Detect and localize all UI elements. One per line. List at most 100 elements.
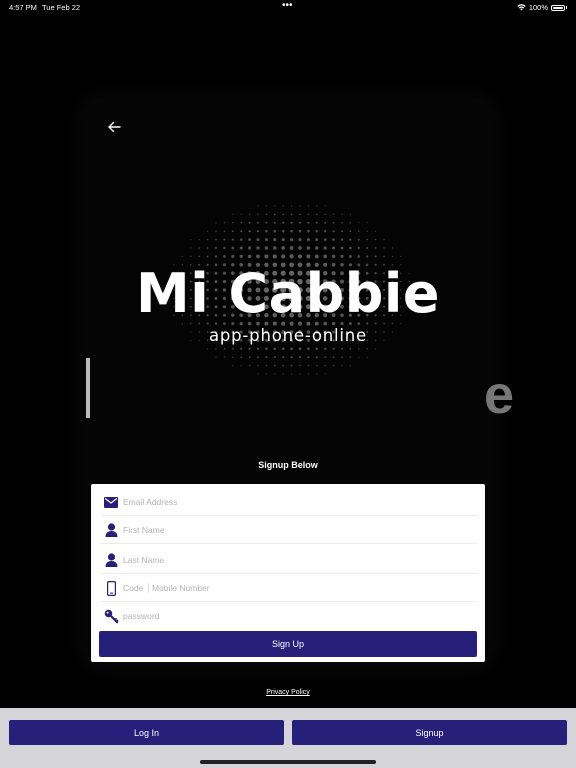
battery-percent: 100% xyxy=(528,3,548,12)
privacy-policy-link[interactable]: Privacy Policy xyxy=(0,689,576,696)
halftone-dot xyxy=(375,230,377,232)
signup-heading: Signup Below xyxy=(258,460,318,470)
signup-tab-button[interactable]: Signup xyxy=(292,720,567,745)
halftone-dot xyxy=(374,238,377,241)
halftone-dot xyxy=(256,238,260,242)
halftone-dot xyxy=(257,205,259,207)
halftone-dot xyxy=(223,230,226,233)
halftone-dot xyxy=(273,213,276,216)
arrow-left-icon[interactable] xyxy=(106,119,122,135)
halftone-dot xyxy=(231,347,234,350)
halftone-dot xyxy=(341,365,343,367)
last-name-field[interactable] xyxy=(123,555,423,565)
halftone-dot xyxy=(306,246,311,250)
halftone-dot xyxy=(375,348,377,350)
halftone-dot xyxy=(232,356,234,358)
password-field[interactable] xyxy=(123,611,423,621)
halftone-dot xyxy=(306,238,310,242)
halftone-dot xyxy=(248,356,251,359)
halftone-dot xyxy=(265,373,267,375)
halftone-dot xyxy=(248,347,251,350)
halftone-dot xyxy=(323,254,328,259)
halftone-dot xyxy=(299,373,301,375)
code-separator xyxy=(148,583,149,593)
halftone-dot xyxy=(282,364,285,367)
halftone-dot xyxy=(340,254,344,258)
halftone-dot xyxy=(298,238,302,242)
halftone-dot xyxy=(366,348,368,350)
halftone-dot xyxy=(265,356,268,359)
halftone-dot xyxy=(307,205,309,207)
halftone-dot xyxy=(332,221,335,224)
halftone-dot xyxy=(290,347,293,351)
logo-subtitle: app-phone-online xyxy=(208,326,368,345)
country-code-field[interactable] xyxy=(123,583,147,593)
halftone-dot xyxy=(206,238,209,241)
halftone-dot xyxy=(291,373,293,375)
halftone-dot xyxy=(307,347,310,351)
status-right: 100% xyxy=(517,3,567,12)
halftone-dot xyxy=(231,246,235,250)
halftone-dot xyxy=(298,229,302,233)
halftone-dot xyxy=(357,255,361,258)
halftone-dot xyxy=(332,230,335,233)
halftone-dot xyxy=(273,221,276,224)
halftone-dot xyxy=(366,238,369,241)
halftone-dot xyxy=(248,213,251,216)
email-field[interactable] xyxy=(123,497,423,507)
halftone-dot xyxy=(349,238,352,241)
halftone-dot xyxy=(223,246,226,250)
halftone-dot xyxy=(240,365,242,367)
login-button[interactable]: Log In xyxy=(9,720,284,745)
envelope-icon xyxy=(101,492,121,512)
multitasking-dots[interactable]: ••• xyxy=(282,0,293,11)
signup-screen: 4:57 PM Tue Feb 22 ••• 100% e Mi Cabbie … xyxy=(0,0,576,768)
halftone-dot xyxy=(307,364,310,367)
halftone-dot xyxy=(324,356,327,359)
halftone-dot xyxy=(231,238,234,241)
halftone-dot xyxy=(307,229,310,233)
sign-up-button[interactable]: Sign Up xyxy=(99,631,477,657)
halftone-dot xyxy=(340,347,344,350)
password-row xyxy=(101,603,477,629)
halftone-dot xyxy=(366,230,368,232)
halftone-dot xyxy=(306,254,311,259)
halftone-dot xyxy=(289,246,294,250)
halftone-dot xyxy=(366,255,369,258)
halftone-dot xyxy=(324,221,327,224)
person-icon xyxy=(101,550,121,570)
halftone-dot xyxy=(215,222,217,224)
halftone-dot xyxy=(307,373,309,375)
home-indicator[interactable] xyxy=(200,760,376,764)
halftone-dot xyxy=(332,246,336,250)
mobile-row xyxy=(101,575,477,602)
halftone-dot xyxy=(332,213,335,216)
halftone-dot xyxy=(256,347,260,351)
halftone-dot xyxy=(316,364,318,367)
halftone-dot xyxy=(282,356,285,359)
halftone-dot xyxy=(348,254,352,258)
halftone-dot xyxy=(349,213,351,215)
halftone-dot xyxy=(265,213,268,216)
status-bar: 4:57 PM Tue Feb 22 ••• 100% xyxy=(0,0,576,14)
halftone-dot xyxy=(231,230,234,233)
halftone-dot xyxy=(264,238,268,242)
halftone-dot xyxy=(341,222,343,224)
first-name-field[interactable] xyxy=(123,525,423,535)
halftone-dot xyxy=(332,347,335,350)
halftone-dot xyxy=(215,356,217,358)
halftone-dot xyxy=(391,247,393,249)
mobile-number-field[interactable] xyxy=(152,583,452,593)
email-field-row xyxy=(101,489,477,516)
halftone-dot xyxy=(273,364,276,367)
halftone-dot xyxy=(240,356,243,359)
halftone-dot xyxy=(324,364,326,367)
halftone-dot xyxy=(282,221,285,224)
status-time: 4:57 PM xyxy=(9,3,37,12)
halftone-dot xyxy=(248,246,252,250)
phone-icon xyxy=(101,578,121,598)
halftone-dot xyxy=(198,247,200,249)
left-edge-sliver xyxy=(86,358,90,418)
halftone-dot xyxy=(307,356,310,359)
halftone-dot xyxy=(290,221,293,224)
